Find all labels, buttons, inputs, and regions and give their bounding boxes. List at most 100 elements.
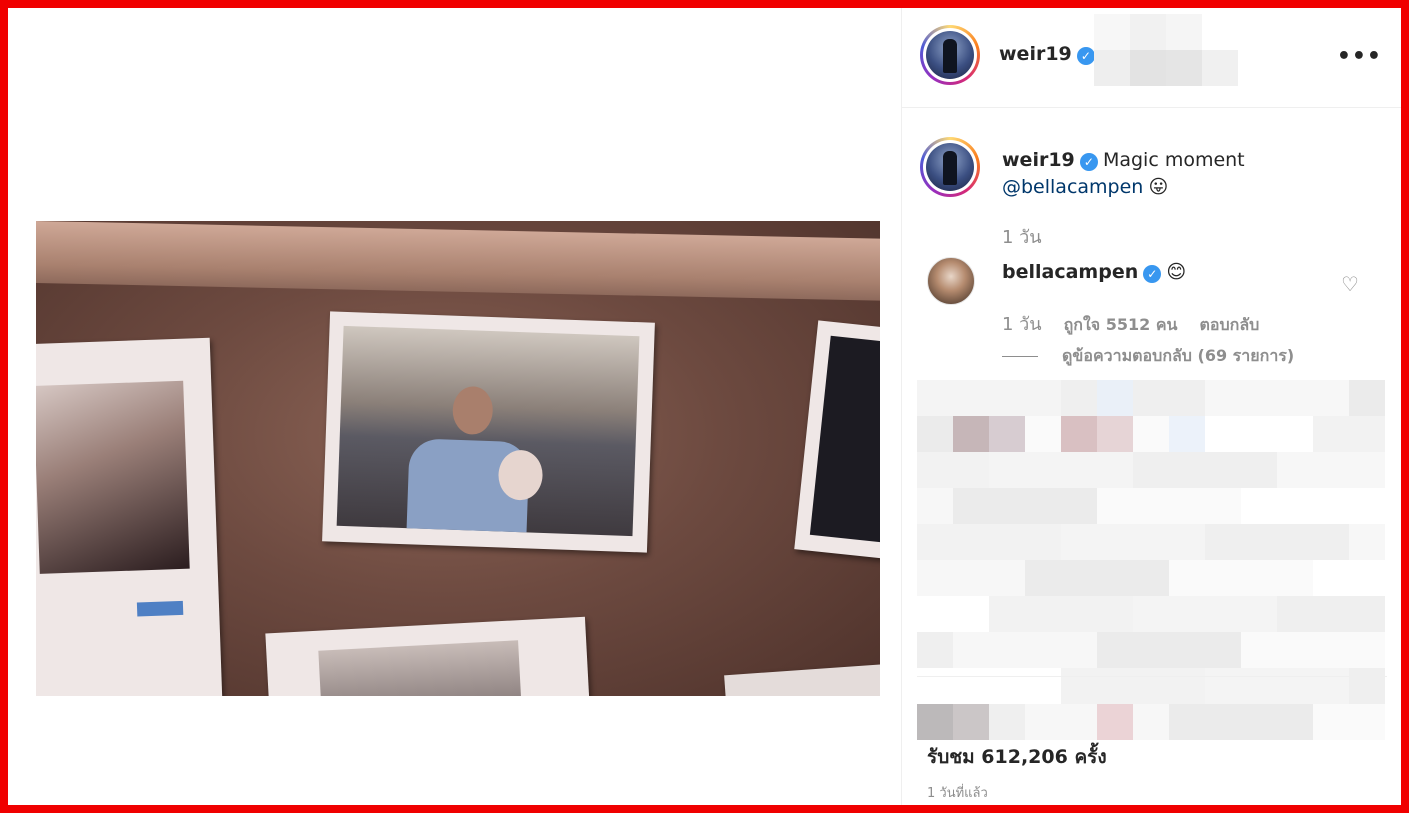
mosaic-tile (1025, 524, 1061, 560)
mosaic-tile (1133, 524, 1169, 560)
heart-outline-icon[interactable]: ♡ (1341, 274, 1361, 294)
mosaic-tile (1241, 704, 1277, 740)
mosaic-tile (1097, 668, 1133, 704)
mosaic-tile (1241, 452, 1277, 488)
mosaic-tile (1061, 596, 1097, 632)
mosaic-tile (1205, 416, 1241, 452)
verified-badge-icon: ✓ (1079, 152, 1098, 171)
mosaic-tile (1133, 452, 1169, 488)
mosaic-tile (1097, 524, 1133, 560)
mosaic-tile (953, 668, 989, 704)
mosaic-tile (1025, 632, 1061, 668)
mosaic-tile (1277, 560, 1313, 596)
mosaic-tile (1241, 380, 1277, 416)
mosaic-tile (917, 704, 953, 740)
mosaic-tile (1169, 488, 1205, 524)
mosaic-tile (1133, 632, 1169, 668)
view-replies-row[interactable]: ดูข้อความตอบกลับ (69 รายการ) (1002, 344, 1294, 369)
mosaic-tile (1025, 488, 1061, 524)
mosaic-tile (1277, 452, 1313, 488)
mosaic-tile (917, 488, 953, 524)
mosaic-tile (1061, 524, 1097, 560)
caption-avatar[interactable] (920, 137, 980, 197)
mosaic-tile (1349, 416, 1385, 452)
mosaic-tile (1349, 668, 1385, 704)
mosaic-tile (1133, 704, 1169, 740)
caption-emoji: 😛 (1148, 176, 1169, 198)
mosaic-tile (1025, 596, 1061, 632)
mosaic-tile (1241, 488, 1277, 524)
post-media-area (8, 8, 901, 805)
comment-emoji: 😊 (1166, 261, 1187, 283)
mosaic-tile (1277, 668, 1313, 704)
mosaic-tile (953, 380, 989, 416)
mosaic-tile (1349, 704, 1385, 740)
commenter-avatar[interactable] (927, 257, 975, 305)
caption-mention[interactable]: @bellacampen (1002, 176, 1143, 198)
mosaic-tile (1349, 380, 1385, 416)
mosaic-tile (1169, 596, 1205, 632)
mosaic-tile (1025, 380, 1061, 416)
mosaic-tile (953, 596, 989, 632)
mosaic-tile (989, 524, 1025, 560)
mosaic-tile (953, 524, 989, 560)
mosaic-tile (1205, 632, 1241, 668)
mosaic-tile (1097, 560, 1133, 596)
mosaic-tile (1169, 632, 1205, 668)
photo-wall-edge (36, 221, 880, 301)
mosaic-tile (1061, 560, 1097, 596)
mosaic-tile (989, 704, 1025, 740)
mosaic-tile (1025, 452, 1061, 488)
mosaic-tile (1097, 416, 1133, 452)
view-replies-link[interactable]: ดูข้อความตอบกลับ (69 รายการ) (1062, 344, 1294, 369)
mosaic-tile (1061, 488, 1097, 524)
comment-time[interactable]: 1 วัน (1002, 309, 1042, 338)
comment-username[interactable]: bellacampen (1002, 261, 1138, 283)
mosaic-tile (1241, 596, 1277, 632)
mosaic-tile (989, 488, 1025, 524)
caption-text: Magic moment (1102, 149, 1245, 171)
mosaic-tile (917, 632, 953, 668)
mosaic-tile (1169, 380, 1205, 416)
author-avatar[interactable] (920, 25, 980, 85)
mosaic-tile (1061, 668, 1097, 704)
mosaic-tile (917, 668, 953, 704)
caption: weir19 ✓ Magic moment @bellacampen 😛 (1002, 147, 1362, 201)
mosaic-tile (1313, 668, 1349, 704)
mosaic-tile (1349, 632, 1385, 668)
mosaic-tile (953, 488, 989, 524)
mosaic-tile (1133, 560, 1169, 596)
mosaic-tile (989, 452, 1025, 488)
mosaic-tile (1241, 668, 1277, 704)
mosaic-tile (1313, 380, 1349, 416)
mosaic-tile (1097, 452, 1133, 488)
reply-button[interactable]: ตอบกลับ (1199, 313, 1259, 338)
caption-time[interactable]: 1 วัน (1002, 222, 1042, 251)
mosaic-tile (1313, 704, 1349, 740)
mosaic-tile (1169, 668, 1205, 704)
verified-badge-icon: ✓ (1076, 46, 1095, 65)
mosaic-tile (1205, 452, 1241, 488)
mosaic-tile (1133, 380, 1169, 416)
mosaic-tile (1169, 452, 1205, 488)
comment-likes[interactable]: ถูกใจ 5512 คน (1064, 313, 1178, 338)
mosaic-tile (1205, 380, 1241, 416)
post-time[interactable]: 1 วันที่แล้ว (927, 782, 988, 803)
mosaic-tile (1025, 416, 1061, 452)
more-options-icon[interactable]: ••• (1337, 44, 1382, 69)
header-username[interactable]: weir19 (999, 43, 1072, 65)
mosaic-tile (1205, 524, 1241, 560)
mosaic-tile (1349, 488, 1385, 524)
mosaic-tile (1097, 632, 1133, 668)
comment-actions: 1 วัน ถูกใจ 5512 คน ตอบกลับ (1002, 309, 1259, 338)
mosaic-tile (1313, 632, 1349, 668)
mosaic-tile (1097, 596, 1133, 632)
mosaic-tile (1025, 560, 1061, 596)
pinned-photo-bottom-right (724, 662, 880, 696)
caption-username[interactable]: weir19 (1002, 149, 1075, 171)
mosaic-tile (1277, 524, 1313, 560)
post-video-frame[interactable] (36, 221, 880, 696)
mosaic-tile (1313, 524, 1349, 560)
mosaic-tile (989, 632, 1025, 668)
blurred-comments (917, 380, 1385, 740)
